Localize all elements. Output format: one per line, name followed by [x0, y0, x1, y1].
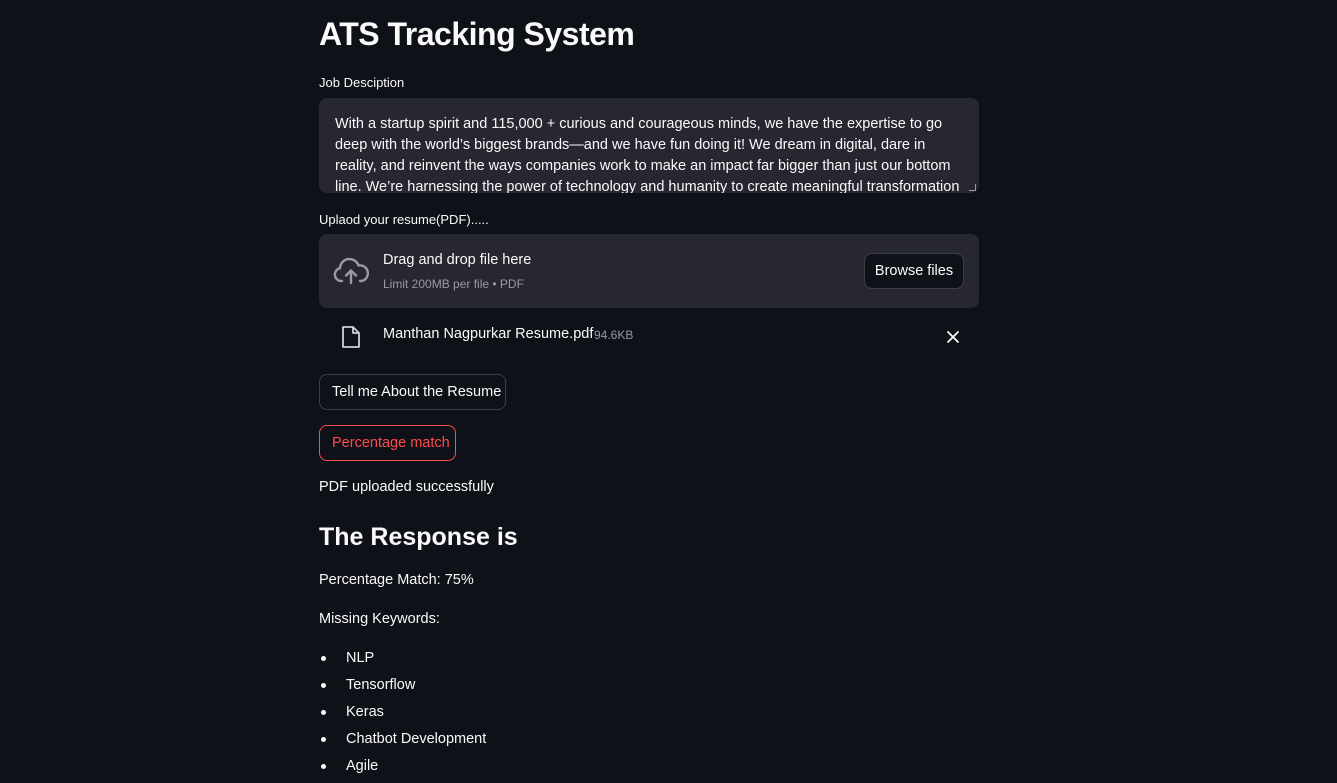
percentage-match-result: Percentage Match: 75% [319, 572, 474, 588]
bullet-icon [321, 764, 326, 769]
tell-me-about-resume-button[interactable]: Tell me About the Resume [319, 374, 506, 410]
dropzone-limit-text: Limit 200MB per file • PDF [383, 277, 524, 291]
dropzone-title: Drag and drop file here [383, 252, 532, 268]
keyword-text: Keras [346, 704, 384, 720]
page-title: ATS Tracking System [319, 16, 635, 52]
missing-keywords-list: NLP Tensorflow Keras Chatbot Development… [319, 648, 486, 783]
keyword-list-item: Tensorflow [319, 675, 486, 702]
keyword-text: Agile [346, 758, 379, 774]
upload-label: Uplaod your resume(PDF)..... [319, 212, 489, 227]
browse-files-button[interactable]: Browse files [864, 253, 964, 289]
upload-status-message: PDF uploaded successfully [319, 479, 494, 495]
keyword-list-item: Chatbot Development [319, 729, 486, 756]
keyword-text: NLP [346, 650, 375, 666]
percentage-match-button[interactable]: Percentage match [319, 425, 456, 461]
job-description-label: Job Desciption [319, 75, 405, 90]
file-dropzone[interactable]: Drag and drop file here Limit 200MB per … [319, 234, 979, 308]
uploaded-file-name: Manthan Nagpurkar Resume.pdf [383, 326, 594, 342]
close-icon[interactable] [946, 330, 960, 344]
keyword-text: Chatbot Development [346, 731, 487, 747]
keyword-list-item: NLP [319, 648, 486, 675]
bullet-icon [321, 710, 326, 715]
keyword-list-item: Agile [319, 756, 486, 783]
missing-keywords-label: Missing Keywords: [319, 611, 440, 627]
file-icon [342, 326, 360, 348]
job-description-text[interactable]: With a startup spirit and 115,000 + curi… [335, 114, 965, 193]
response-heading: The Response is [319, 523, 518, 551]
uploaded-file-size: 94.6KB [594, 328, 634, 342]
resize-handle-icon[interactable] [969, 184, 976, 191]
bullet-icon [321, 683, 326, 688]
bullet-icon [321, 656, 326, 661]
cloud-upload-icon [333, 257, 369, 285]
bullet-icon [321, 737, 326, 742]
job-description-textarea[interactable]: With a startup spirit and 115,000 + curi… [319, 98, 979, 193]
keyword-list-item: Keras [319, 702, 486, 729]
keyword-text: Tensorflow [346, 677, 416, 693]
uploaded-file-row: Manthan Nagpurkar Resume.pdf 94.6KB [319, 320, 979, 354]
